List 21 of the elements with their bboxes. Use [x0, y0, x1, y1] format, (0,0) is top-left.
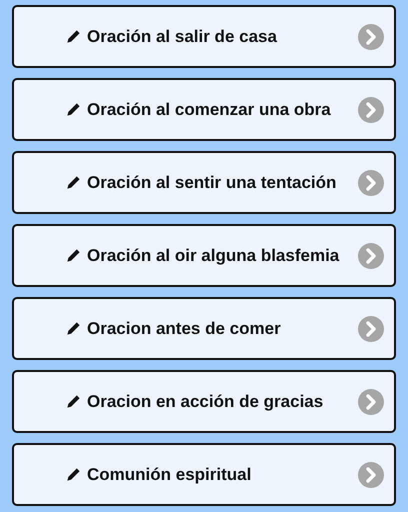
- list-item[interactable]: Oración al oir alguna blasfemia: [12, 224, 396, 287]
- pencil-icon: [66, 248, 81, 263]
- list-item[interactable]: Oración al salir de casa: [12, 5, 396, 68]
- pencil-icon: [66, 29, 81, 44]
- chevron-right-icon: [358, 242, 384, 268]
- chevron-right-icon: [358, 24, 384, 50]
- list-item[interactable]: Oracion en acción de gracias: [12, 370, 396, 433]
- pencil-icon: [66, 394, 81, 409]
- chevron-right-icon: [358, 170, 384, 196]
- list-item[interactable]: Comunión espiritual: [12, 443, 396, 506]
- chevron-right-icon: [358, 462, 384, 488]
- pencil-icon: [66, 467, 81, 482]
- pencil-icon: [66, 102, 81, 117]
- list-item[interactable]: Oración al sentir una tentación: [12, 151, 396, 214]
- chevron-right-icon: [358, 96, 384, 122]
- pencil-icon: [66, 321, 81, 336]
- chevron-right-icon: [358, 316, 384, 342]
- list-item[interactable]: Oracion antes de comer: [12, 297, 396, 360]
- chevron-right-icon: [358, 388, 384, 414]
- list-item[interactable]: Oración al comenzar una obra: [12, 78, 396, 141]
- pencil-icon: [66, 175, 81, 190]
